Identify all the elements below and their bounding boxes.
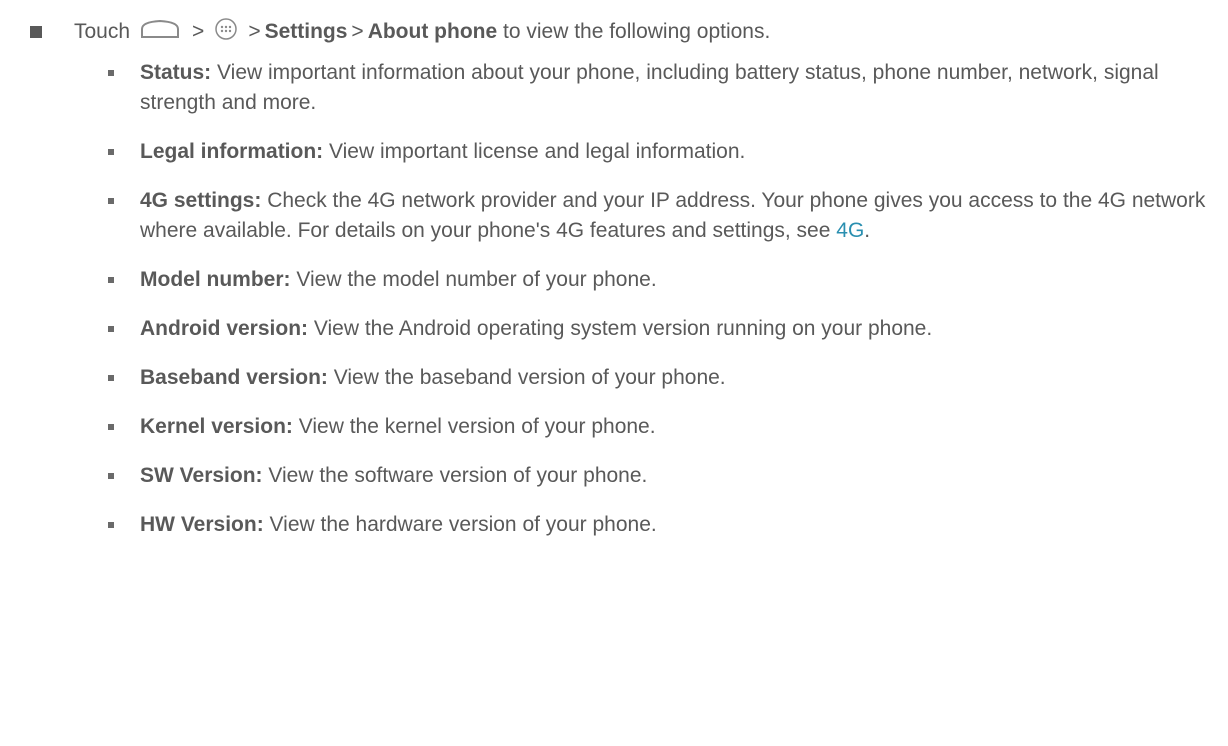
item-desc: View important information about your ph… — [140, 61, 1159, 114]
home-icon — [138, 18, 182, 46]
intro-tail: to view the following options. — [503, 20, 771, 43]
square-bullet — [108, 473, 114, 479]
item-desc: View the kernel version of your phone. — [298, 415, 656, 438]
list-item-kernel: Kernel version: View the kernel version … — [108, 412, 1218, 442]
item-desc: View the Android operating system versio… — [313, 317, 933, 340]
square-bullet — [108, 70, 114, 76]
item-desc: View the model number of your phone. — [296, 268, 657, 291]
item-term: Kernel version: — [140, 415, 293, 438]
separator: > — [351, 20, 364, 43]
touch-text: Touch — [74, 20, 131, 43]
square-bullet — [108, 149, 114, 155]
about-phone-label: About phone — [367, 20, 498, 43]
list-item-sw: SW Version: View the software version of… — [108, 461, 1218, 491]
item-term: Status: — [140, 61, 212, 84]
list-item-baseband: Baseband version: View the baseband vers… — [108, 363, 1218, 393]
item-term: SW Version: — [140, 464, 263, 487]
item-desc: View important license and legal informa… — [329, 140, 746, 163]
item-term: HW Version: — [140, 513, 264, 536]
apps-icon — [214, 17, 238, 47]
square-bullet — [108, 326, 114, 332]
separator: > — [192, 20, 205, 43]
separator: > — [248, 20, 261, 43]
square-bullet — [108, 198, 114, 204]
intro-line: Touch > > Settings > About phone to view… — [16, 14, 770, 50]
list-item-legal: Legal information: View important licens… — [108, 137, 1218, 167]
list-item-android: Android version: View the Android operat… — [108, 314, 1218, 344]
item-term: Android version: — [140, 317, 309, 340]
square-bullet — [108, 522, 114, 528]
item-term: Legal information: — [140, 140, 324, 163]
list-item-model: Model number: View the model number of y… — [108, 265, 1218, 295]
settings-label: Settings — [264, 20, 348, 43]
item-desc: View the hardware version of your phone. — [269, 513, 657, 536]
item-term: Model number: — [140, 268, 291, 291]
list-item-status: Status: View important information about… — [108, 58, 1218, 118]
item-desc-end: . — [864, 219, 871, 242]
item-desc: Check the 4G network provider and your I… — [140, 189, 1206, 242]
list-item-hw: HW Version: View the hardware version of… — [108, 510, 1218, 540]
item-desc: View the baseband version of your phone. — [333, 366, 726, 389]
item-desc: View the software version of your phone. — [268, 464, 648, 487]
item-term: 4G settings: — [140, 189, 262, 212]
square-bullet — [108, 277, 114, 283]
square-bullet — [30, 26, 42, 38]
square-bullet — [108, 424, 114, 430]
item-term: Baseband version: — [140, 366, 328, 389]
4g-link[interactable]: 4G — [836, 219, 864, 242]
list-item-4g: 4G settings: Check the 4G network provid… — [108, 186, 1218, 246]
square-bullet — [108, 375, 114, 381]
options-list: Status: View important information about… — [108, 58, 1218, 559]
